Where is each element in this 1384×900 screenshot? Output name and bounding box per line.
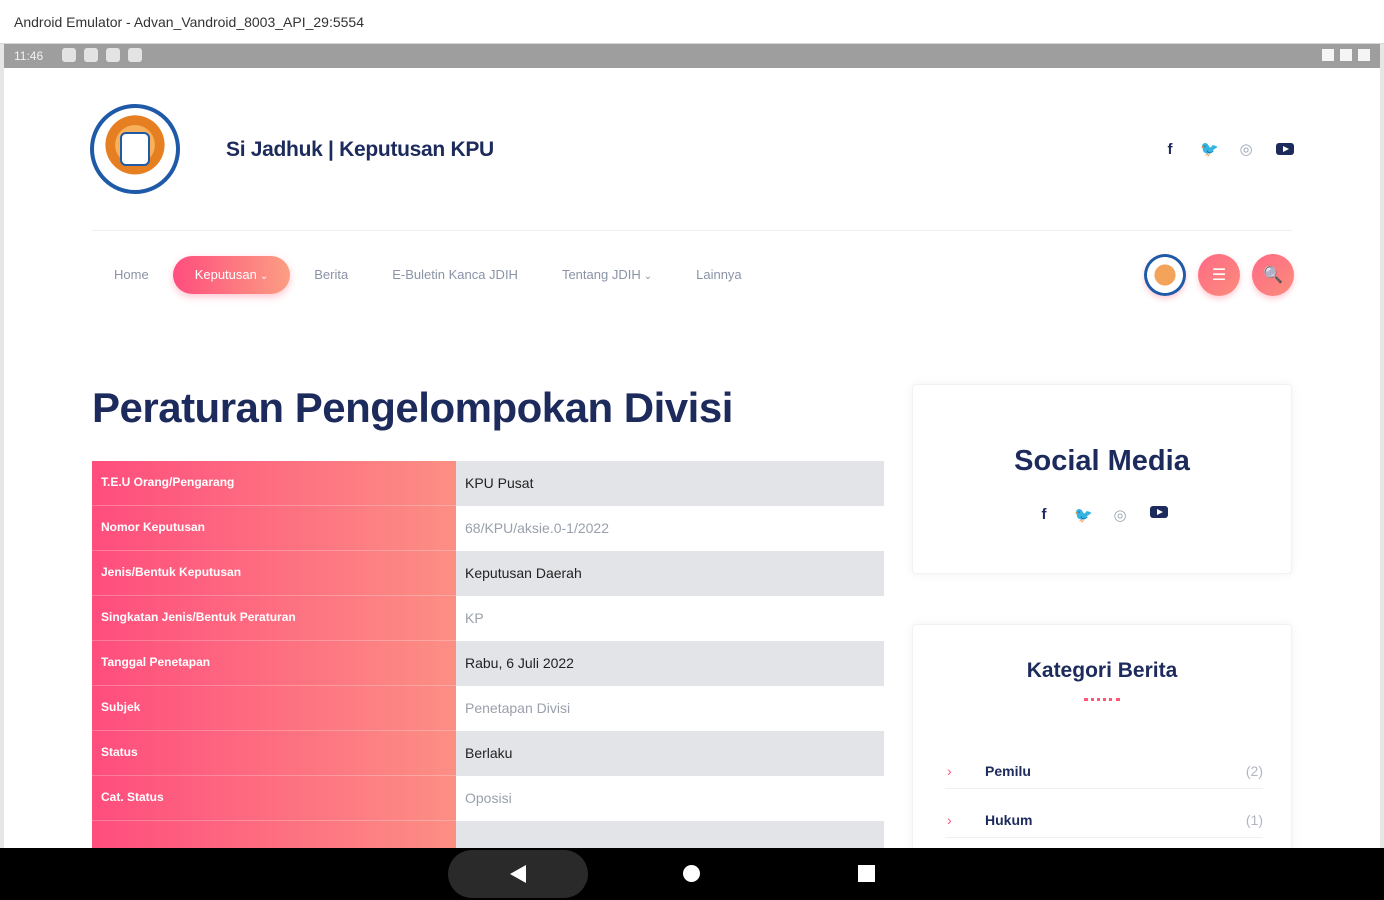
header-social-links: f 🐦 ◎ bbox=[1162, 140, 1294, 158]
emulator-frame: Android Emulator - Advan_Vandroid_8003_A… bbox=[0, 0, 1384, 900]
row-value: KP bbox=[456, 596, 884, 641]
row-value: Penetapan Divisi bbox=[456, 686, 884, 731]
table-row bbox=[92, 821, 884, 848]
nav-keputusan[interactable]: Keputusan ⌄ bbox=[172, 256, 291, 294]
notification-icon bbox=[106, 48, 120, 62]
battery-icon bbox=[1358, 49, 1370, 61]
table-row: Jenis/Bentuk Keputusan Keputusan Daerah bbox=[92, 551, 884, 596]
facebook-icon[interactable]: f bbox=[1036, 506, 1052, 524]
nav-ebuletin[interactable]: E-Buletin Kanca JDIH bbox=[370, 256, 540, 294]
nav-ebuletin-label: E-Buletin Kanca JDIH bbox=[392, 267, 518, 282]
title-divider bbox=[1084, 693, 1120, 701]
android-nav-bar bbox=[0, 848, 1384, 900]
header-divider bbox=[92, 230, 1292, 231]
signal-icon bbox=[1340, 49, 1352, 61]
youtube-icon[interactable] bbox=[1276, 143, 1294, 155]
site-title[interactable]: Si Jadhuk | Keputusan KPU bbox=[226, 138, 494, 162]
avatar[interactable] bbox=[1144, 254, 1186, 296]
row-value: 68/KPU/aksie.0-1/2022 bbox=[456, 506, 884, 551]
main-nav: Home Keputusan ⌄ Berita E-Buletin Kanca J… bbox=[92, 255, 764, 295]
nav-berita[interactable]: Berita bbox=[292, 256, 370, 294]
category-count: (2) bbox=[1245, 763, 1263, 779]
row-label: Nomor Keputusan bbox=[92, 506, 456, 551]
facebook-icon[interactable]: f bbox=[1162, 141, 1178, 158]
social-media-title: Social Media bbox=[1014, 445, 1190, 477]
row-value: Oposisi bbox=[456, 776, 884, 821]
row-value bbox=[456, 821, 884, 848]
app-screen: Si Jadhuk | Keputusan KPU f 🐦 ◎ Home Kep… bbox=[4, 68, 1380, 848]
table-row: Tanggal Penetapan Rabu, 6 Juli 2022 bbox=[92, 641, 884, 686]
row-label: Tanggal Penetapan bbox=[92, 641, 456, 686]
row-label: Status bbox=[92, 731, 456, 776]
row-label: Singkatan Jenis/Bentuk Peraturan bbox=[92, 596, 456, 641]
nav-lainnya[interactable]: Lainnya bbox=[674, 256, 764, 294]
menu-button[interactable]: ☰ bbox=[1198, 254, 1240, 296]
twitter-icon[interactable]: 🐦 bbox=[1200, 140, 1219, 158]
list-item[interactable]: › Pemilu (2) bbox=[945, 755, 1263, 789]
twitter-icon[interactable]: 🐦 bbox=[1074, 506, 1093, 524]
social-media-widget: Social Media f 🐦 ◎ bbox=[912, 384, 1292, 574]
status-left-icons bbox=[62, 48, 142, 62]
emulator-title-bar: Android Emulator - Advan_Vandroid_8003_A… bbox=[0, 0, 1384, 44]
row-label: T.E.U Orang/Pengarang bbox=[92, 461, 456, 506]
android-status-bar: 11:46 bbox=[4, 44, 1380, 68]
row-label bbox=[92, 821, 456, 848]
instagram-icon[interactable]: ◎ bbox=[1112, 506, 1128, 524]
home-icon[interactable] bbox=[683, 865, 700, 882]
emulator-title: Android Emulator - Advan_Vandroid_8003_A… bbox=[14, 14, 364, 30]
wifi-icon bbox=[1322, 49, 1334, 61]
search-icon: 🔍 bbox=[1263, 267, 1283, 284]
youtube-icon[interactable] bbox=[1150, 506, 1168, 518]
chevron-down-icon: ⌄ bbox=[259, 271, 269, 282]
row-value: Keputusan Daerah bbox=[456, 551, 884, 596]
page-title: Peraturan Pengelompokan Divisi bbox=[92, 384, 733, 431]
row-value: Rabu, 6 Juli 2022 bbox=[456, 641, 884, 686]
row-value: Berlaku bbox=[456, 731, 884, 776]
instagram-icon[interactable]: ◎ bbox=[1238, 140, 1254, 158]
category-count: (1) bbox=[1245, 812, 1263, 828]
nav-keputusan-label: Keputusan bbox=[194, 267, 257, 282]
kategori-berita-widget: Kategori Berita › Pemilu (2) › Hukum (1) bbox=[912, 624, 1292, 848]
nav-tentang-label: Tentang JDIH bbox=[561, 267, 641, 282]
chevron-right-icon: › bbox=[947, 812, 952, 828]
chevron-down-icon: ⌄ bbox=[643, 271, 653, 282]
row-label: Jenis/Bentuk Keputusan bbox=[92, 551, 456, 596]
category-name: Pemilu bbox=[985, 763, 1031, 779]
nav-lainnya-label: Lainnya bbox=[696, 267, 742, 282]
edit-icon bbox=[128, 48, 142, 62]
table-row: Subjek Penetapan Divisi bbox=[92, 686, 884, 731]
logo-emblem bbox=[120, 132, 150, 166]
table-row: Cat. Status Oposisi bbox=[92, 776, 884, 821]
table-row: Status Berlaku bbox=[92, 731, 884, 776]
back-icon[interactable] bbox=[510, 865, 526, 883]
status-right-icons bbox=[1322, 49, 1370, 61]
row-label: Cat. Status bbox=[92, 776, 456, 821]
nav-berita-label: Berita bbox=[314, 267, 349, 282]
location-icon bbox=[84, 48, 98, 62]
row-label: Subjek bbox=[92, 686, 456, 731]
table-row: Singkatan Jenis/Bentuk Peraturan KP bbox=[92, 596, 884, 641]
nav-home[interactable]: Home bbox=[92, 256, 171, 294]
chevron-right-icon: › bbox=[947, 763, 952, 779]
search-button[interactable]: 🔍 bbox=[1252, 254, 1294, 296]
category-name: Hukum bbox=[985, 812, 1033, 828]
table-row: T.E.U Orang/Pengarang KPU Pusat bbox=[92, 461, 884, 506]
row-value: KPU Pusat bbox=[456, 461, 884, 506]
status-time: 11:46 bbox=[14, 49, 44, 63]
google-icon bbox=[62, 48, 76, 62]
detail-table: T.E.U Orang/Pengarang KPU Pusat Nomor Ke… bbox=[92, 461, 884, 848]
nav-tentang-jdih[interactable]: Tentang JDIH ⌄ bbox=[540, 256, 674, 294]
nav-actions: ☰ 🔍 bbox=[1144, 254, 1294, 296]
list-item[interactable]: › Hukum (1) bbox=[945, 804, 1263, 838]
nav-home-label: Home bbox=[114, 267, 149, 282]
widget-social-links: f 🐦 ◎ bbox=[913, 506, 1291, 524]
kategori-title: Kategori Berita bbox=[1026, 659, 1178, 682]
recents-icon[interactable] bbox=[858, 865, 875, 882]
menu-icon: ☰ bbox=[1211, 267, 1227, 284]
kpu-logo[interactable] bbox=[90, 104, 180, 194]
table-row: Nomor Keputusan 68/KPU/aksie.0-1/2022 bbox=[92, 506, 884, 551]
